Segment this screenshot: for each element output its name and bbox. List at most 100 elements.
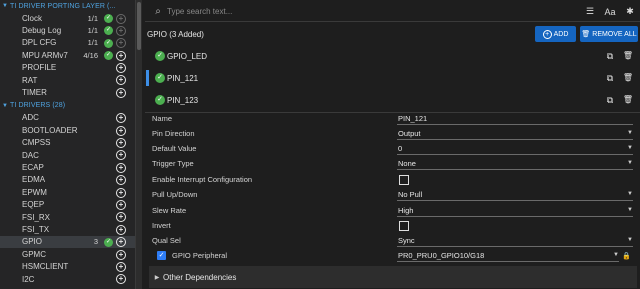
peripheral-value: PR0_PRU0_GPIO10/G18 — [398, 250, 485, 260]
sidebar-item-eqep[interactable]: EQEP + — [0, 198, 135, 210]
list-view-icon[interactable]: ☰ — [580, 6, 600, 17]
font-toggle-button[interactable]: Aa — [600, 7, 620, 17]
delete-icon[interactable]: 🗑 — [622, 72, 634, 84]
section-title: TI DRIVER PORTING LAYER (... — [10, 2, 116, 10]
sidebar-item-gpio[interactable]: GPIO 3 ✓ + — [0, 235, 135, 249]
pull-value: No Pull — [398, 189, 423, 199]
prop-label: Invert — [152, 221, 171, 230]
prop-label: Pin Direction — [152, 129, 195, 138]
add-instance-icon[interactable]: + — [116, 13, 126, 24]
sidebar-item-i2c[interactable]: I2C + — [0, 273, 135, 285]
lock-icon[interactable]: 🔒 — [622, 252, 631, 260]
prop-pull: Pull Up/Down No Pull ▼ — [145, 187, 640, 202]
sidebar-item-gpmc[interactable]: GPMC + — [0, 248, 135, 260]
chevron-down-icon: ▼ — [2, 102, 9, 109]
instance-row[interactable]: ✓ GPIO_LED ⧉ 🗑 — [145, 44, 640, 68]
sidebar-item-profile[interactable]: PROFILE + — [0, 62, 135, 74]
prop-default: Default Value 0 ▼ — [145, 141, 640, 156]
add-instance-icon[interactable]: + — [116, 25, 126, 36]
add-instance-icon[interactable]: + — [116, 187, 126, 198]
section-title: Other Dependencies — [163, 272, 237, 282]
add-button[interactable]: + ADD — [535, 26, 576, 42]
remove-all-button[interactable]: 🗑 REMOVE ALL — [580, 26, 638, 42]
sidebar-item-clock[interactable]: Clock 1/1 ✓ + — [0, 12, 135, 24]
driver-list: ADC + BOOTLOADER + CMPSS + DAC + ECAP + EDMA + EPWM +… — [0, 112, 135, 285]
add-instance-icon[interactable]: + — [116, 138, 126, 149]
sidebar-item-bootloader[interactable]: BOOTLOADER + — [0, 124, 135, 136]
delete-icon[interactable]: 🗑 — [622, 50, 634, 62]
sidebar-item-dpl-cfg[interactable]: DPL CFG 1/1 ✓ + — [0, 37, 135, 49]
instance-count: 4/16 — [83, 50, 98, 60]
add-instance-icon[interactable]: + — [116, 249, 126, 260]
add-instance-icon[interactable]: + — [116, 199, 126, 210]
instance-name: GPIO_LED — [167, 51, 208, 61]
plus-icon: + — [542, 29, 552, 39]
add-instance-icon[interactable]: + — [116, 87, 126, 98]
copy-icon[interactable]: ⧉ — [604, 94, 616, 106]
drivers-section[interactable]: ▼ TI DRIVERS (28) — [0, 100, 135, 112]
other-dependencies-section[interactable]: ▶ Other Dependencies — [149, 266, 637, 288]
instance-name: PIN_123 — [167, 95, 199, 105]
add-instance-icon[interactable]: + — [116, 125, 126, 136]
delete-icon: 🗑 — [581, 31, 591, 38]
sidebar-item-fsi-rx[interactable]: FSI_RX + — [0, 211, 135, 223]
default-select[interactable]: 0 ▼ — [397, 142, 633, 155]
copy-icon[interactable]: ⧉ — [604, 50, 616, 62]
sidebar-item-debug-log[interactable]: Debug Log 1/1 ✓ + — [0, 24, 135, 36]
settings-icon[interactable]: ✱ — [620, 6, 640, 17]
peripheral-select[interactable]: PR0_PRU0_GPIO10/G18 ▼ — [397, 249, 619, 262]
add-instance-icon[interactable]: + — [116, 50, 126, 61]
sidebar-item-cmpss[interactable]: CMPSS + — [0, 137, 135, 149]
check-icon: ✓ — [104, 14, 113, 23]
check-icon: ✓ — [155, 95, 165, 105]
module-title: GPIO (3 Added) — [147, 29, 204, 39]
copy-icon[interactable]: ⧉ — [604, 72, 616, 84]
config-panel: ⌕ Type search text... ☰ Aa ✱ GPIO (3 Add… — [145, 0, 640, 289]
sidebar-item-hsmclient[interactable]: HSMCLIENT + — [0, 260, 135, 272]
trigger-select[interactable]: None ▼ — [397, 157, 633, 170]
add-instance-icon[interactable]: + — [116, 63, 126, 74]
name-input[interactable]: PIN_121 — [397, 112, 633, 125]
peripheral-checkbox[interactable]: ✓ — [157, 251, 166, 260]
prop-label: GPIO Peripheral — [172, 251, 228, 260]
delete-icon[interactable]: 🗑 — [622, 94, 634, 106]
slew-value: High — [398, 205, 414, 215]
chevron-down-icon: ▼ — [627, 237, 633, 243]
sidebar-item-dac[interactable]: DAC + — [0, 149, 135, 161]
sidebar-item-edma[interactable]: EDMA + — [0, 174, 135, 186]
sysconfig-window: ▼ TI DRIVER PORTING LAYER (... Clock 1/1 ✓… — [0, 0, 640, 289]
sidebar-item-fsi-tx[interactable]: FSI_TX + — [0, 223, 135, 235]
instance-count: 1/1 — [87, 38, 98, 48]
add-label: ADD — [553, 30, 569, 38]
instance-row[interactable]: ✓ PIN_123 ⧉ 🗑 — [145, 88, 640, 112]
sidebar-item-rat[interactable]: RAT + — [0, 74, 135, 86]
sidebar-scroll-thumb[interactable] — [137, 2, 141, 50]
qual-select[interactable]: Sync ▼ — [397, 234, 633, 247]
interrupt-checkbox[interactable] — [399, 174, 409, 185]
check-icon: ✓ — [104, 237, 113, 247]
sidebar-item-epwm[interactable]: EPWM + — [0, 186, 135, 198]
sidebar-item-adc[interactable]: ADC + — [0, 112, 135, 124]
porting-layer-section[interactable]: ▼ TI DRIVER PORTING LAYER (... — [0, 0, 135, 12]
chevron-down-icon: ▼ — [627, 160, 633, 166]
prop-label: Default Value — [152, 144, 197, 153]
sidebar-item-ecap[interactable]: ECAP + — [0, 161, 135, 173]
add-instance-icon[interactable]: + — [116, 162, 126, 173]
sidebar-item-mpu-armv7[interactable]: MPU ARMv7 4/16 ✓ + — [0, 49, 135, 61]
pull-select[interactable]: No Pull ▼ — [397, 188, 633, 201]
instance-count: 1/1 — [87, 13, 98, 23]
search-input[interactable]: Type search text... — [167, 7, 580, 16]
instance-row[interactable]: ✓ PIN_121 ⧉ 🗑 — [145, 66, 640, 90]
add-instance-icon[interactable]: + — [116, 224, 126, 235]
prop-trigger: Trigger Type None ▼ — [145, 156, 640, 171]
prop-direction: Pin Direction Output ▼ — [145, 126, 640, 141]
check-icon: ✓ — [155, 51, 165, 61]
sidebar-item-timer[interactable]: TIMER + — [0, 86, 135, 98]
add-instance-icon[interactable]: + — [116, 261, 126, 272]
direction-select[interactable]: Output ▼ — [397, 127, 633, 140]
prop-interrupt: Enable Interrupt Configuration — [145, 172, 640, 187]
instance-name: PIN_121 — [167, 73, 199, 83]
slew-select[interactable]: High ▼ — [397, 204, 633, 217]
invert-checkbox[interactable] — [399, 220, 409, 231]
prop-slew: Slew Rate High ▼ — [145, 203, 640, 218]
